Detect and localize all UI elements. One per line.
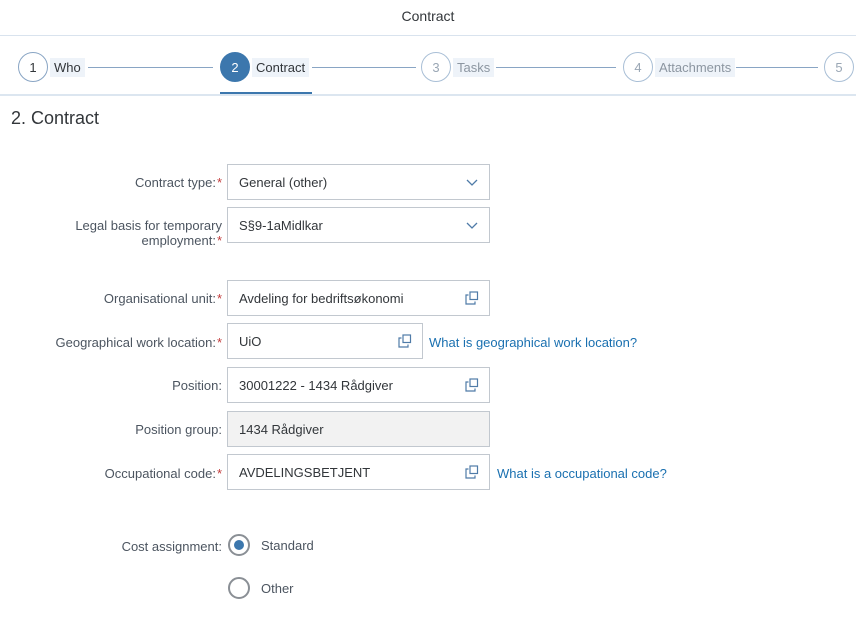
required-marker: * [216,466,222,481]
value-help-icon[interactable] [465,378,479,392]
label-text: Cost assignment: [121,539,222,554]
radio-option-other[interactable]: Other [228,577,294,599]
section-title: 2. Contract [11,108,100,128]
wizard-step-who[interactable]: 1 Who [18,52,85,82]
org-unit-value: Avdeling for bedriftsøkonomi [239,290,404,306]
step-connector [736,67,818,68]
label-text: Geographical work location: [55,335,216,350]
step-label: Attachments [655,57,736,77]
label-text-line1: Legal basis for temporary [75,218,222,233]
contract-type-select[interactable]: General (other) [227,164,490,200]
step-connector [496,67,616,68]
wizard-progress-bar: 1 Who 2 Contract 3 Tasks 4 Attachments 5 [0,36,856,94]
step-number: 4 [623,52,653,82]
label-text: Occupational code: [104,466,216,481]
geo-location-input[interactable]: UiO [227,323,423,359]
cost-assignment-label: Cost assignment: [122,539,222,554]
value-help-icon[interactable] [465,291,479,305]
occupational-code-value: AVDELINGSBETJENT [239,464,371,480]
legal-basis-label: Legal basis for temporary employment:* [75,218,222,248]
legal-basis-value: S§9-1aMidlkar [239,217,323,233]
value-help-icon[interactable] [398,334,412,348]
step-connector [88,67,213,68]
required-marker: * [216,175,222,190]
radio-label-standard[interactable]: Standard [261,538,314,553]
occupational-code-input[interactable]: AVDELINGSBETJENT [227,454,490,490]
radio-selected-dot [234,540,244,550]
org-unit-label: Organisational unit:* [104,291,222,306]
radio-label-other[interactable]: Other [261,581,294,596]
value-help-icon[interactable] [465,465,479,479]
position-input[interactable]: 30001222 - 1434 Rådgiver [227,367,490,403]
radio-button-other[interactable] [228,577,250,599]
required-marker: * [216,291,222,306]
occupational-code-help-link[interactable]: What is a occupational code? [497,466,667,481]
org-unit-input[interactable]: Avdeling for bedriftsøkonomi [227,280,490,316]
step-connector [312,67,416,68]
wizard-step-tasks[interactable]: 3 Tasks [421,52,495,82]
radio-button-standard[interactable] [228,534,250,556]
radio-option-standard[interactable]: Standard [228,534,314,556]
label-text: Position group: [135,422,222,437]
wizard-step-attachments[interactable]: 4 Attachments [623,52,736,82]
required-marker: * [216,335,222,350]
label-text: Organisational unit: [103,291,216,306]
required-marker: * [216,233,222,248]
legal-basis-select[interactable]: S§9-1aMidlkar [227,207,490,243]
step-label: Tasks [453,57,495,77]
label-text-line2: employment: [141,233,216,248]
position-group-value: 1434 Rådgiver [239,421,324,437]
position-group-field: 1434 Rådgiver [227,411,490,447]
geo-location-label: Geographical work location:* [56,335,222,350]
chevron-down-icon[interactable] [465,218,479,232]
contract-type-label: Contract type:* [135,175,222,190]
step-number: 3 [421,52,451,82]
page-header-title: Contract [401,8,455,24]
wizard-step-contract[interactable]: 2 Contract [220,52,310,82]
step-label: Who [50,57,85,77]
chevron-down-icon[interactable] [465,175,479,189]
step-number: 1 [18,52,48,82]
geo-location-help-link[interactable]: What is geographical work location? [429,335,637,350]
position-label: Position: [172,378,222,393]
position-value: 30001222 - 1434 Rådgiver [239,377,393,393]
geo-location-value: UiO [239,333,262,349]
occupational-code-label: Occupational code:* [105,466,222,481]
label-text: Contract type: [135,175,216,190]
step-number: 5 [824,52,854,82]
wizard-divider [0,94,856,96]
contract-type-value: General (other) [239,174,328,190]
step-number: 2 [220,52,250,82]
wizard-step-5[interactable]: 5 [824,52,854,82]
step-label: Contract [252,57,310,77]
position-group-label: Position group: [135,422,222,437]
label-text: Position: [172,378,222,393]
